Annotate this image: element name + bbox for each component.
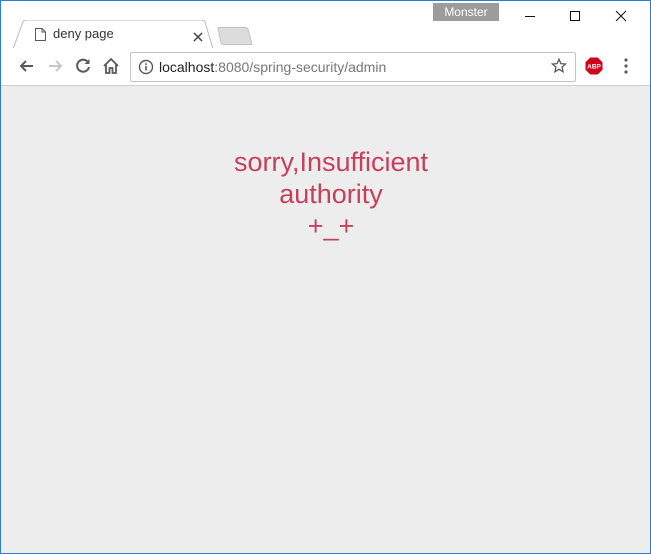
minimize-button[interactable] [507,1,553,31]
menu-dots-icon[interactable] [619,57,633,80]
url-path: :8080/spring-security/admin [214,59,387,75]
adblock-label: ABP [587,64,601,71]
title-bar: deny page Monster [1,1,650,50]
maximize-button[interactable] [552,1,598,31]
browser-window: deny page Monster localhost:8080/spring-… [0,0,651,554]
back-arrow-icon[interactable] [17,56,37,76]
browser-toolbar: localhost:8080/spring-security/admin ABP [1,48,650,86]
tab-title: deny page [53,26,114,41]
browser-tab[interactable]: deny page [13,20,213,49]
home-icon[interactable] [101,56,121,76]
star-icon[interactable] [550,57,568,79]
adblock-plus-icon[interactable]: ABP [585,57,603,80]
url-host: localhost [159,59,215,75]
minimize-icon [525,16,535,17]
deny-message: sorry,Insufficient authority +_+ [231,146,431,242]
close-icon [615,10,627,22]
info-icon[interactable] [138,59,154,80]
message-line-3: +_+ [307,211,355,241]
forward-arrow-icon[interactable] [45,56,65,76]
reload-icon[interactable] [73,56,93,76]
address-bar[interactable]: localhost:8080/spring-security/admin [130,52,576,82]
message-line-1: sorry,Insufficient [233,147,429,177]
maximize-icon [570,11,580,21]
close-window-button[interactable] [598,1,644,31]
tab-close-icon[interactable] [193,29,203,47]
new-tab-button[interactable] [217,27,253,50]
url-text[interactable]: localhost:8080/spring-security/admin [159,59,386,75]
profile-badge[interactable]: Monster [433,3,499,21]
page-icon [35,28,46,46]
message-line-2: authority [279,179,383,209]
page-content: sorry,Insufficient authority +_+ [1,86,650,553]
